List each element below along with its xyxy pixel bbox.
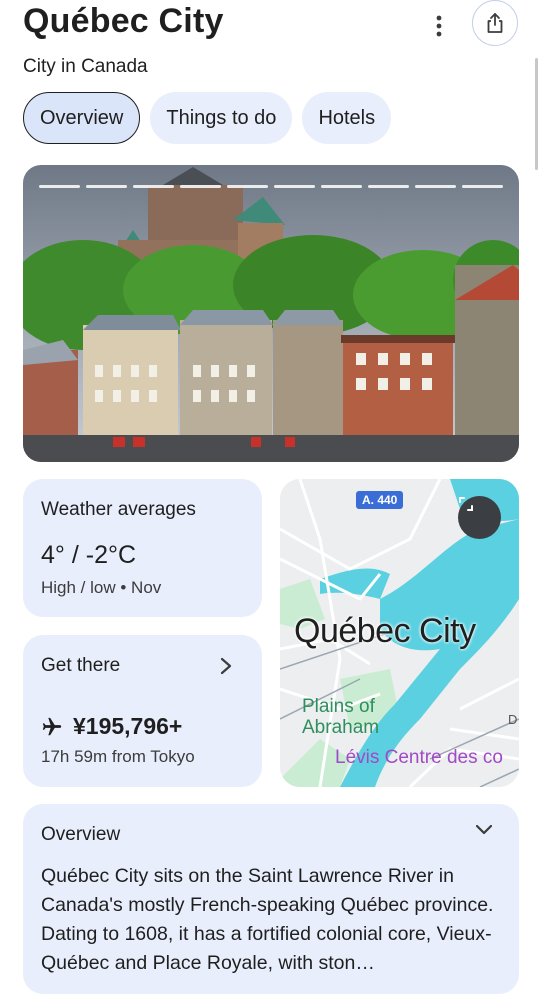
tab-hotels[interactable]: Hotels xyxy=(302,92,392,144)
story-segment xyxy=(274,185,315,188)
chevron-right-icon xyxy=(220,657,232,675)
weather-meta: High / low • Nov xyxy=(41,578,162,597)
map-expand-button[interactable] xyxy=(458,496,501,539)
story-segment xyxy=(180,185,221,188)
get-there-heading: Get there xyxy=(41,655,121,676)
more-options-button[interactable] xyxy=(425,12,453,40)
weather-heading: Weather averages xyxy=(41,499,196,520)
story-segment xyxy=(462,185,503,188)
story-progress-bars xyxy=(39,185,503,188)
page-subtitle: City in Canada xyxy=(23,56,148,77)
airplane-icon xyxy=(42,717,62,735)
map-levis-label: Lévis Centre des co xyxy=(335,747,503,768)
chevron-down-icon[interactable] xyxy=(474,823,494,837)
hero-photo[interactable] xyxy=(23,165,519,462)
get-there-card[interactable]: Get there ¥195,796+ 17h 59m from Tokyo xyxy=(23,635,262,787)
overview-description: Québec City sits on the Saint Lawrence R… xyxy=(41,865,494,974)
story-segment xyxy=(321,185,362,188)
more-vert-icon xyxy=(436,15,442,37)
story-segment xyxy=(133,185,174,188)
story-segment xyxy=(368,185,409,188)
highway-shield: A. 440 xyxy=(356,491,404,509)
story-segment xyxy=(39,185,80,188)
page-title: Québec City xyxy=(23,2,224,40)
tab-overview[interactable]: Overview xyxy=(23,92,141,144)
overview-heading: Overview xyxy=(41,824,121,845)
share-button[interactable] xyxy=(472,0,518,46)
overview-card[interactable]: Overview Québec City sits on the Saint L… xyxy=(23,804,519,994)
expand-icon xyxy=(459,497,473,511)
map-card[interactable]: A. 440 Québec City Plains of Abraham Lévi… xyxy=(280,479,519,787)
weather-temps: 4° / -2°C xyxy=(41,541,137,569)
scrollbar[interactable] xyxy=(535,58,538,170)
map-city-label: Québec City xyxy=(294,612,476,650)
story-segment xyxy=(86,185,127,188)
tab-bar: Overview Things to do Hotels xyxy=(23,92,392,144)
flight-price: ¥195,796+ xyxy=(73,713,183,739)
weather-card[interactable]: Weather averages 4° / -2°C High / low • … xyxy=(23,479,262,617)
story-segment xyxy=(227,185,268,188)
map-edge-label: D xyxy=(508,712,518,727)
flight-price-row: ¥195,796+ xyxy=(41,713,182,740)
share-icon xyxy=(487,13,503,33)
chateau-frontenac-photo xyxy=(23,165,519,462)
tab-things-to-do[interactable]: Things to do xyxy=(150,92,293,144)
story-segment xyxy=(415,185,456,188)
flight-duration: 17h 59m from Tokyo xyxy=(41,747,195,766)
map-plains-label: Plains of Abraham xyxy=(302,696,380,738)
